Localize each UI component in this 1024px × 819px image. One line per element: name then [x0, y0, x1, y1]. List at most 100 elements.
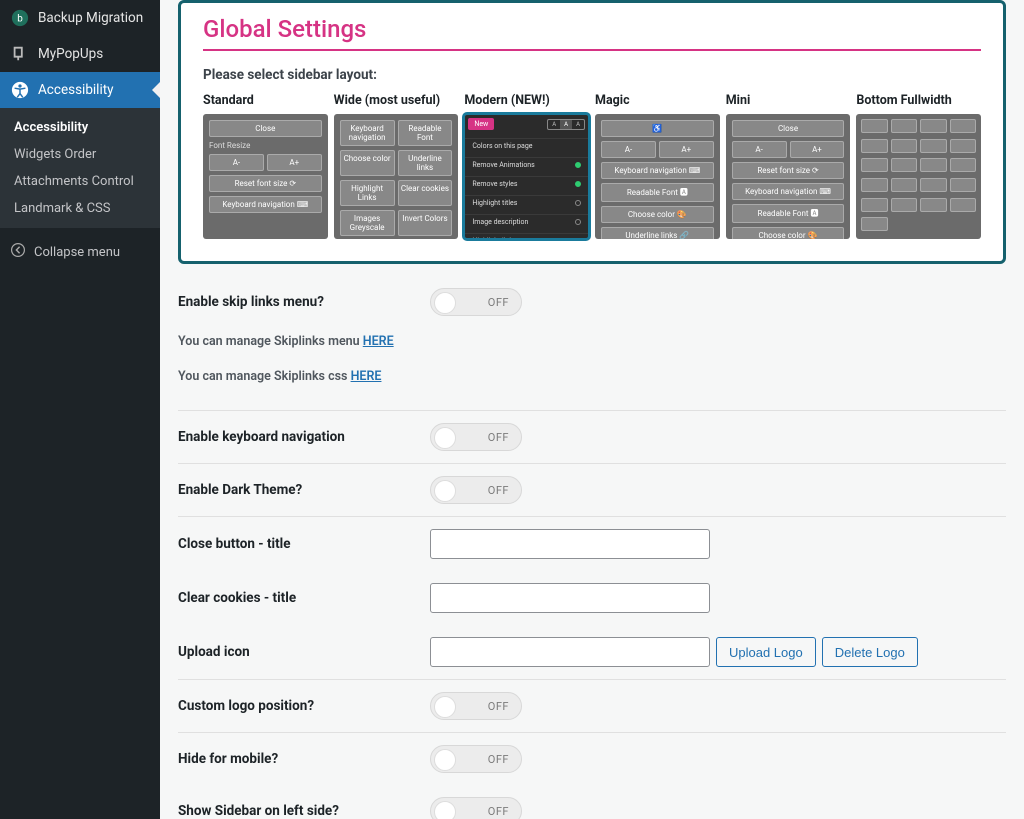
thumb-button: Underline links 🔗: [601, 227, 714, 239]
label-clear-title: Clear cookies - title: [178, 571, 430, 625]
thumb-button: Keyboard navigation: [340, 120, 395, 146]
toggle-skip-links[interactable]: OFF: [430, 288, 522, 316]
layout-option-mini[interactable]: Mini Close A- A+ Reset font size ⟳ Keybo…: [726, 93, 851, 239]
thumb-button: Reset font size ⟳: [732, 162, 845, 179]
thumb-button: Reset font size ⟳: [209, 175, 322, 192]
submenu-widgets-order[interactable]: Widgets Order: [0, 141, 160, 168]
layout-name: Modern (NEW!): [464, 93, 589, 108]
layout-option-magic[interactable]: Magic ♿ A- A+ Keyboard navigation ⌨ Read…: [595, 93, 720, 239]
thumb-cell: [861, 139, 887, 153]
thumb-button: Keyboard navigation ⌨: [732, 183, 845, 200]
sidebar-item-label: Accessibility: [38, 82, 114, 98]
label-hide-mobile: Hide for mobile?: [178, 733, 430, 786]
input-close-title[interactable]: [430, 529, 710, 559]
collapse-menu[interactable]: Collapse menu: [0, 232, 160, 272]
toggle-keyboard-nav[interactable]: OFF: [430, 423, 522, 451]
thumb-line: Remove styles: [464, 176, 589, 191]
thumb-button: A+: [267, 154, 322, 171]
backup-icon: b: [10, 8, 30, 28]
thumb-line: Image description: [464, 214, 589, 229]
layout-option-modern[interactable]: Modern (NEW!) New AAA Colors on this pag…: [464, 93, 589, 239]
layout-thumb-bottom: [856, 114, 981, 239]
thumb-cell: [891, 178, 917, 192]
thumb-button: Choose color 🎨: [732, 227, 845, 239]
thumb-button: Highlight Links: [340, 180, 395, 206]
delete-logo-button[interactable]: Delete Logo: [822, 637, 918, 667]
thumb-line: Colors on this page: [464, 138, 589, 153]
thumb-button: Choose color: [340, 150, 395, 176]
upload-logo-button[interactable]: Upload Logo: [716, 637, 816, 667]
submenu-landmark-css[interactable]: Landmark & CSS: [0, 195, 160, 222]
skiplinks-menu-link[interactable]: HERE: [363, 334, 394, 349]
toggle-knob: [434, 696, 456, 718]
layout-thumb-wide: Keyboard navigationReadable Font Choose …: [334, 114, 459, 239]
toggle-knob: [434, 801, 456, 819]
thumb-cell: [891, 158, 917, 172]
toggle-left-side[interactable]: OFF: [430, 797, 522, 819]
skiplinks-css-link[interactable]: HERE: [351, 369, 382, 384]
submenu-attachments-control[interactable]: Attachments Control: [0, 168, 160, 195]
layout-name: Standard: [203, 93, 328, 108]
toggle-state: OFF: [488, 431, 509, 444]
toggle-knob: [434, 749, 456, 771]
thumb-cell: [891, 198, 917, 212]
thumb-label: Font Resize: [209, 141, 322, 150]
admin-sidebar: b Backup Migration MyPopUps Accessibilit…: [0, 0, 160, 819]
settings-form: Enable skip links menu? OFF You can mana…: [178, 276, 1006, 819]
label-close-title: Close button - title: [178, 517, 430, 572]
thumb-button: Images Greyscale: [340, 210, 395, 236]
thumb-cell: [891, 139, 917, 153]
thumb-cell: [950, 198, 976, 212]
thumb-cell: [950, 119, 976, 133]
toggle-state: OFF: [488, 296, 509, 309]
accessibility-icon: [10, 80, 30, 100]
thumb-cell: [920, 119, 946, 133]
layout-thumb-magic: ♿ A- A+ Keyboard navigation ⌨ Readable F…: [595, 114, 720, 239]
thumb-line: Highlight titles: [464, 195, 589, 210]
thumb-button: Keyboard navigation ⌨: [601, 162, 714, 179]
toggle-knob: [434, 480, 456, 502]
thumb-button: A+: [790, 141, 845, 158]
thumb-button: Keyboard navigation ⌨: [209, 196, 322, 213]
thumb-button: Invert Colors: [398, 210, 453, 236]
thumb-button: A-: [732, 141, 787, 158]
label-left-side: Show Sidebar on left side?: [178, 785, 430, 819]
sidebar-item-backup-migration[interactable]: b Backup Migration: [0, 0, 160, 36]
thumb-button: Underline links: [398, 150, 453, 176]
thumb-cell: [861, 158, 887, 172]
thumb-button: Readable Font 🅰: [732, 204, 845, 223]
layout-option-standard[interactable]: Standard Close Font Resize A- A+ Reset f…: [203, 93, 328, 239]
toggle-custom-logo[interactable]: OFF: [430, 692, 522, 720]
sidebar-submenu: Accessibility Widgets Order Attachments …: [0, 108, 160, 228]
sidebar-item-accessibility[interactable]: Accessibility: [0, 72, 160, 108]
global-settings-panel: Global Settings Please select sidebar la…: [178, 0, 1006, 264]
thumb-cell: [891, 119, 917, 133]
collapse-label: Collapse menu: [34, 245, 120, 260]
svg-text:b: b: [17, 14, 23, 25]
thumb-cell: [861, 119, 887, 133]
sidebar-item-mypopups[interactable]: MyPopUps: [0, 36, 160, 72]
layout-name: Mini: [726, 93, 851, 108]
popups-icon: [10, 44, 30, 64]
thumb-button: A-: [209, 154, 264, 171]
skiplinks-menu-note: You can manage Skiplinks menu HERE: [178, 328, 1006, 363]
thumb-button: A-: [601, 141, 656, 158]
toggle-state: OFF: [488, 753, 509, 766]
label-custom-logo: Custom logo position?: [178, 680, 430, 733]
input-upload-icon[interactable]: [430, 637, 710, 667]
input-clear-title[interactable]: [430, 583, 710, 613]
submenu-accessibility[interactable]: Accessibility: [0, 114, 160, 141]
thumb-pill: New: [468, 118, 494, 130]
collapse-icon: [10, 242, 26, 262]
skiplinks-css-note: You can manage Skiplinks css HERE: [178, 363, 1006, 398]
layout-options-row: Standard Close Font Resize A- A+ Reset f…: [203, 93, 981, 239]
thumb-cell: [861, 217, 887, 231]
thumb-button: Readable Font: [398, 120, 453, 146]
toggle-knob: [434, 292, 456, 314]
layout-option-wide[interactable]: Wide (most useful) Keyboard navigationRe…: [334, 93, 459, 239]
toggle-dark-theme[interactable]: OFF: [430, 476, 522, 504]
sidebar-item-label: Backup Migration: [38, 10, 143, 26]
layout-option-bottom-fullwidth[interactable]: Bottom Fullwidth: [856, 93, 981, 239]
toggle-hide-mobile[interactable]: OFF: [430, 745, 522, 773]
label-dark-theme: Enable Dark Theme?: [178, 464, 430, 517]
